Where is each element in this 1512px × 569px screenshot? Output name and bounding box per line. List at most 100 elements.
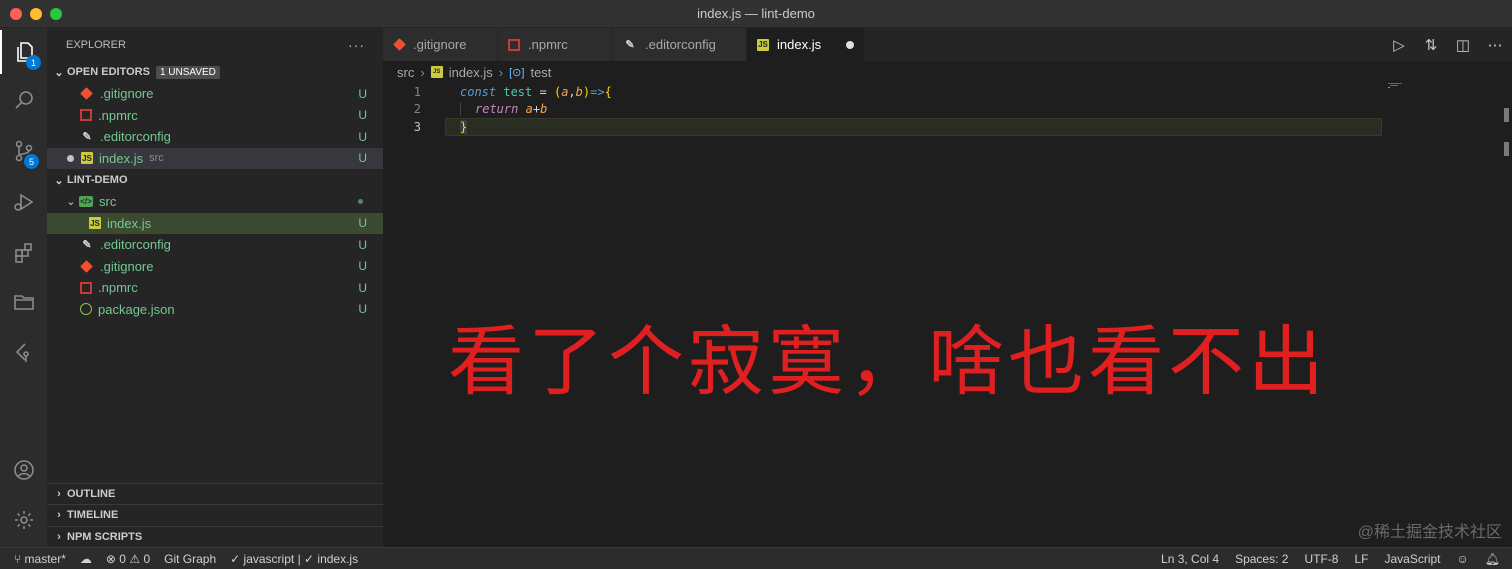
branch-status[interactable]: ⑂ master* xyxy=(14,552,66,566)
open-editor-folder-hint: src xyxy=(149,152,164,165)
language-mode[interactable]: JavaScript xyxy=(1384,552,1440,566)
more-actions-icon[interactable]: ··· xyxy=(348,37,365,53)
git-branch-icon: ⑂ xyxy=(14,551,22,566)
extensions-activity[interactable] xyxy=(0,231,47,275)
line-number: 1 xyxy=(413,84,421,99)
folder-item[interactable]: ⌄ </> src xyxy=(47,191,383,213)
maximize-window-button[interactable] xyxy=(50,8,62,20)
git-lens-icon xyxy=(15,343,29,362)
problems-status[interactable]: ⊗ 0 ⚠ 0 xyxy=(106,552,150,566)
tab-gitignore[interactable]: .gitignore xyxy=(383,28,498,61)
eslint-status[interactable]: ✓ javascript | ✓ index.js xyxy=(230,552,358,566)
indentation[interactable]: Spaces: 2 xyxy=(1235,552,1288,566)
warning-icon: ⚠ xyxy=(129,551,141,566)
line-number: 3 xyxy=(413,119,421,134)
untracked-status: U xyxy=(358,237,367,252)
git-graph-activity[interactable] xyxy=(0,331,47,375)
file-label: .gitignore xyxy=(100,258,154,274)
open-editor-item[interactable]: JS index.js src U xyxy=(47,147,383,169)
accounts-activity[interactable] xyxy=(0,448,47,492)
folder-label: src xyxy=(99,194,117,210)
source-control-badge: 5 xyxy=(24,154,39,169)
folder-icon xyxy=(13,295,34,310)
collapsed-sections: › OUTLINE › TIMELINE › NPM SCRIPTS xyxy=(47,482,383,548)
search-activity[interactable] xyxy=(0,78,47,122)
folders-activity[interactable] xyxy=(0,280,47,324)
untracked-status: U xyxy=(358,86,367,101)
timeline-section[interactable]: › TIMELINE xyxy=(47,504,383,526)
git-file-icon xyxy=(393,38,406,51)
file-item[interactable]: .npmrc U xyxy=(47,277,383,299)
editorconfig-file-icon: ✎ xyxy=(625,39,635,51)
sync-icon[interactable]: ☁ xyxy=(80,552,92,566)
breadcrumb-folder[interactable]: src xyxy=(397,65,414,80)
git-file-icon xyxy=(80,259,93,273)
overlay-caption: 看了个寂寞，啥也看不出 xyxy=(448,317,1328,406)
breadcrumb: src › JS index.js › [⊙] test xyxy=(383,61,1512,83)
tab-label: index.js xyxy=(777,37,822,52)
extensions-icon xyxy=(14,243,32,263)
minimap[interactable] xyxy=(1388,83,1418,89)
tab-editorconfig[interactable]: ✎ .editorconfig xyxy=(613,28,747,61)
file-item[interactable]: .gitignore U xyxy=(47,256,383,278)
open-editor-item[interactable]: ✎ .editorconfig U xyxy=(47,126,383,148)
minimize-window-button[interactable] xyxy=(30,8,42,20)
watermark: @稀土掘金技术社区 xyxy=(1357,524,1502,541)
branch-label: master* xyxy=(24,551,66,566)
compare-changes-icon[interactable]: ⇅ xyxy=(1422,36,1440,54)
git-graph-button[interactable]: Git Graph xyxy=(164,552,216,566)
feedback-icon[interactable]: ☺ xyxy=(1457,552,1469,566)
explorer-badge: 1 xyxy=(26,55,41,70)
npm-file-icon xyxy=(508,38,520,51)
modified-dot xyxy=(358,199,363,205)
cursor-position[interactable]: Ln 3, Col 4 xyxy=(1161,552,1219,566)
file-item[interactable]: ✎ .editorconfig U xyxy=(47,234,383,256)
breadcrumb-symbol[interactable]: test xyxy=(530,65,551,80)
end-of-line[interactable]: LF xyxy=(1354,552,1368,566)
tab-index-js[interactable]: JS index.js xyxy=(747,28,865,61)
file-item[interactable]: JS index.js U xyxy=(47,212,383,234)
editorconfig-file-icon: ✎ xyxy=(82,239,92,252)
untracked-status: U xyxy=(358,216,367,231)
outline-title: OUTLINE xyxy=(67,487,116,500)
project-section[interactable]: ⌄ LINT-DEMO xyxy=(47,169,383,191)
current-line-highlight xyxy=(445,118,1382,136)
tab-label: .npmrc xyxy=(528,37,568,52)
open-editors-section[interactable]: ⌄ OPEN EDITORS 1 UNSAVED xyxy=(47,61,383,83)
run-icon[interactable]: ▷ xyxy=(1390,36,1408,54)
variable-icon: [⊙] xyxy=(509,66,525,79)
file-item[interactable]: package.json U xyxy=(47,299,383,321)
run-debug-activity[interactable] xyxy=(0,180,47,224)
open-editor-item[interactable]: .gitignore U xyxy=(47,83,383,105)
vertical-scrollbar[interactable] xyxy=(1504,108,1509,158)
code-editor[interactable]: 1 const test = (a,b)=>{ 2 return a+b 3 } xyxy=(383,83,1383,136)
npm-file-icon xyxy=(80,109,92,122)
unsaved-dot-icon[interactable] xyxy=(846,40,854,49)
open-editor-label: .gitignore xyxy=(100,86,154,102)
open-editor-label: index.js xyxy=(99,150,144,166)
notifications-icon[interactable]: 🔔︎ xyxy=(1485,552,1500,566)
outline-section[interactable]: › OUTLINE xyxy=(47,482,383,505)
open-editor-item[interactable]: .npmrc U xyxy=(47,105,383,127)
split-editor-icon[interactable]: ◫ xyxy=(1454,36,1472,54)
encoding[interactable]: UTF-8 xyxy=(1304,552,1338,566)
manage-activity[interactable] xyxy=(0,498,47,542)
editor-tabs: .gitignore .npmrc ✎ .editorconfig JS ind… xyxy=(383,28,1512,61)
more-actions-icon[interactable]: ⋯ xyxy=(1486,36,1504,54)
line-content: } xyxy=(460,119,468,134)
unsaved-dot-icon[interactable] xyxy=(67,154,74,162)
window-title: index.js — lint-demo xyxy=(697,6,815,21)
close-window-button[interactable] xyxy=(10,8,22,20)
breadcrumb-file[interactable]: index.js xyxy=(449,65,493,80)
source-control-activity[interactable]: 5 xyxy=(0,129,47,173)
tab-npmrc[interactable]: .npmrc xyxy=(498,28,613,61)
npm-scripts-section[interactable]: › NPM SCRIPTS xyxy=(47,525,383,548)
chevron-right-icon: › xyxy=(57,530,61,543)
explorer-activity[interactable]: 1 xyxy=(0,30,47,74)
chevron-right-icon: › xyxy=(57,509,61,522)
chevron-down-icon: ⌄ xyxy=(54,174,64,187)
file-label: index.js xyxy=(107,215,152,231)
timeline-title: TIMELINE xyxy=(67,509,119,522)
status-bar: ⑂ master* ☁ ⊗ 0 ⚠ 0 Git Graph ✓ javascri… xyxy=(0,547,1512,569)
editor-area: .gitignore .npmrc ✎ .editorconfig JS ind… xyxy=(383,28,1512,547)
